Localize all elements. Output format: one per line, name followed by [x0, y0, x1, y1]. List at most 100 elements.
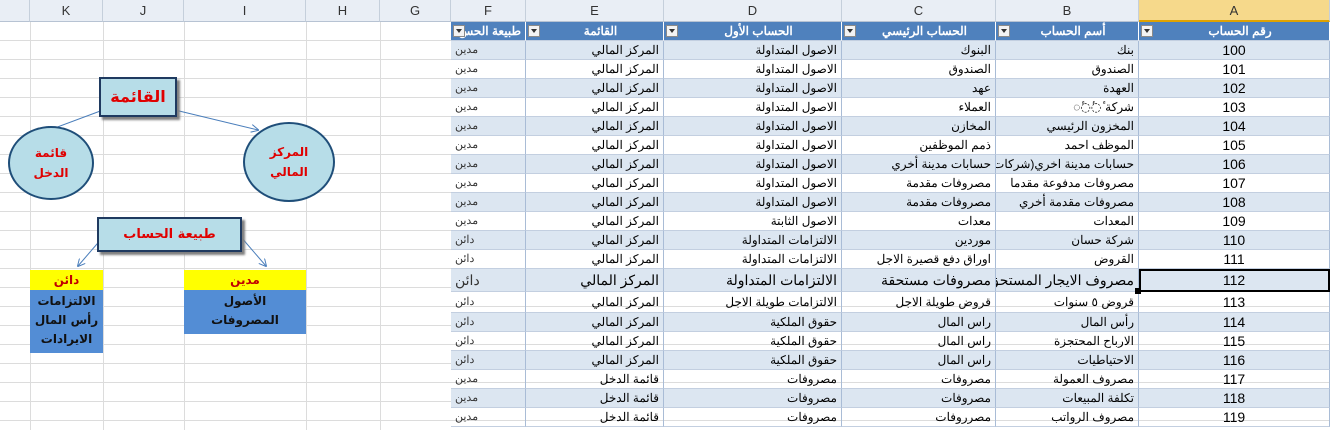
column-header-blank[interactable] — [0, 0, 30, 22]
cell-account-number[interactable]: 100 — [1139, 41, 1330, 60]
filter-dropdown-icon[interactable] — [1141, 25, 1153, 37]
cell-account-nature[interactable]: مدين — [451, 60, 526, 79]
cell-statement[interactable]: المركز المالي — [526, 332, 664, 351]
cell-account-nature[interactable]: مدين — [451, 117, 526, 136]
cell-account-nature[interactable]: مدين — [451, 408, 526, 427]
cell-account-nature[interactable]: دائن — [451, 292, 526, 313]
cell-account-number[interactable]: 119 — [1139, 408, 1330, 427]
cell-first-account[interactable]: الاصول المتداولة — [664, 60, 842, 79]
cell-main-account[interactable]: الصندوق — [842, 60, 996, 79]
cell-first-account[interactable]: الاصول المتداولة — [664, 98, 842, 117]
cell-account-number[interactable]: 102 — [1139, 79, 1330, 98]
cell-account-number[interactable]: 110 — [1139, 231, 1330, 250]
cell-account-name[interactable]: الصندوق — [996, 60, 1139, 79]
header-first-account[interactable]: الحساب الأول — [664, 22, 842, 41]
cell-first-account[interactable]: حقوق الملكية — [664, 313, 842, 332]
cell-statement[interactable]: قائمة الدخل — [526, 370, 664, 389]
cell-first-account[interactable]: الاصول المتداولة — [664, 117, 842, 136]
cell-account-name[interactable]: شركة حسان — [996, 231, 1139, 250]
cell-statement[interactable]: المركز المالي — [526, 269, 664, 292]
cell-statement[interactable]: المركز المالي — [526, 155, 664, 174]
header-account-nature[interactable]: طبيعة الحس — [451, 22, 526, 41]
cell-main-account[interactable]: معدات — [842, 212, 996, 231]
cell-first-account[interactable]: الاصول المتداولة — [664, 193, 842, 212]
cell-account-name[interactable]: الموظف احمد — [996, 136, 1139, 155]
cell-first-account[interactable]: الاصول الثابتة — [664, 212, 842, 231]
cell-account-nature[interactable]: دائن — [451, 250, 526, 269]
cell-account-name[interactable]: حسابات مدينة اخري(شركات — [996, 155, 1139, 174]
column-header-j[interactable]: J — [103, 0, 184, 22]
column-header-e[interactable]: E — [526, 0, 664, 22]
cell-statement[interactable]: المركز المالي — [526, 98, 664, 117]
column-header-c[interactable]: C — [842, 0, 996, 22]
cell-statement[interactable]: المركز المالي — [526, 351, 664, 370]
cell-account-name[interactable]: العهدة — [996, 79, 1139, 98]
cell-account-name[interactable]: بنك — [996, 41, 1139, 60]
cell-account-nature[interactable]: دائن — [451, 332, 526, 351]
cell-account-name[interactable]: مصروف الايجار المستحق — [996, 269, 1139, 292]
cell-account-nature[interactable]: مدين — [451, 212, 526, 231]
cell-account-nature[interactable]: دائن — [451, 231, 526, 250]
cell-statement[interactable]: المركز المالي — [526, 117, 664, 136]
cell-account-nature[interactable]: دائن — [451, 351, 526, 370]
cell-statement[interactable]: المركز المالي — [526, 193, 664, 212]
cell-main-account[interactable]: مصروفات مستحقة — [842, 269, 996, 292]
cell-account-nature[interactable]: مدين — [451, 193, 526, 212]
column-header-h[interactable]: H — [306, 0, 380, 22]
cell-account-number[interactable]: 103 — [1139, 98, 1330, 117]
cell-account-number[interactable]: 111 — [1139, 250, 1330, 269]
cell-account-name[interactable]: مصروف الرواتب — [996, 408, 1139, 427]
fill-handle[interactable] — [1135, 288, 1141, 294]
cell-account-number[interactable]: 115 — [1139, 332, 1330, 351]
cell-statement[interactable]: قائمة الدخل — [526, 389, 664, 408]
cell-main-account[interactable]: موردين — [842, 231, 996, 250]
cell-first-account[interactable]: حقوق الملكية — [664, 332, 842, 351]
cell-main-account[interactable]: راس المال — [842, 332, 996, 351]
cell-account-name[interactable]: قروض ٥ سنوات — [996, 292, 1139, 313]
cell-account-number[interactable]: 104 — [1139, 117, 1330, 136]
column-header-b[interactable]: B — [996, 0, 1139, 22]
cell-main-account[interactable]: مصروفات مقدمة — [842, 193, 996, 212]
column-header-i[interactable]: I — [184, 0, 306, 22]
cell-main-account[interactable]: راس المال — [842, 313, 996, 332]
filter-dropdown-icon[interactable] — [998, 25, 1010, 37]
cell-account-number[interactable]: 118 — [1139, 389, 1330, 408]
cell-account-nature[interactable]: مدين — [451, 370, 526, 389]
cell-first-account[interactable]: الاصول المتداولة — [664, 136, 842, 155]
cell-account-name[interactable]: شركة ٔ◌ٔ◌ٔ◌ — [996, 98, 1139, 117]
cell-statement[interactable]: المركز المالي — [526, 41, 664, 60]
cell-account-number[interactable]: 116 — [1139, 351, 1330, 370]
cell-account-number[interactable]: 114 — [1139, 313, 1330, 332]
cell-statement[interactable]: المركز المالي — [526, 212, 664, 231]
cell-account-nature[interactable]: مدين — [451, 389, 526, 408]
cell-first-account[interactable]: حقوق الملكية — [664, 351, 842, 370]
header-account-name[interactable]: أسم الحساب — [996, 22, 1139, 41]
cell-first-account[interactable]: الالتزامات المتداولة — [664, 231, 842, 250]
cell-first-account[interactable]: الاصول المتداولة — [664, 155, 842, 174]
column-header-f[interactable]: F — [451, 0, 526, 22]
cell-account-number[interactable]: 106 — [1139, 155, 1330, 174]
header-main-account[interactable]: الحساب الرئيسي — [842, 22, 996, 41]
cell-first-account[interactable]: الاصول المتداولة — [664, 174, 842, 193]
cell-main-account[interactable]: قروض طويلة الاجل — [842, 292, 996, 313]
header-statement[interactable]: القائمة — [526, 22, 664, 41]
cell-first-account[interactable]: الالتزامات المتداولة — [664, 250, 842, 269]
filter-dropdown-icon[interactable] — [528, 25, 540, 37]
cell-account-nature[interactable]: مدين — [451, 41, 526, 60]
cell-main-account[interactable]: راس المال — [842, 351, 996, 370]
cell-main-account[interactable]: مصروفات — [842, 370, 996, 389]
cell-account-name[interactable]: المعدات — [996, 212, 1139, 231]
cell-main-account[interactable]: اوراق دفع قصيرة الاجل — [842, 250, 996, 269]
cell-statement[interactable]: قائمة الدخل — [526, 408, 664, 427]
column-header-g[interactable]: G — [380, 0, 451, 22]
cell-account-name[interactable]: الارباح المحتجزة — [996, 332, 1139, 351]
cell-account-nature[interactable]: مدين — [451, 155, 526, 174]
cell-main-account[interactable]: عهد — [842, 79, 996, 98]
column-header-d[interactable]: D — [664, 0, 842, 22]
cell-account-number[interactable]: 109 — [1139, 212, 1330, 231]
cell-statement[interactable]: المركز المالي — [526, 292, 664, 313]
cell-account-number[interactable]: 101 — [1139, 60, 1330, 79]
cell-account-number[interactable]: 107 — [1139, 174, 1330, 193]
cell-statement[interactable]: المركز المالي — [526, 60, 664, 79]
cell-first-account[interactable]: مصروفات — [664, 370, 842, 389]
